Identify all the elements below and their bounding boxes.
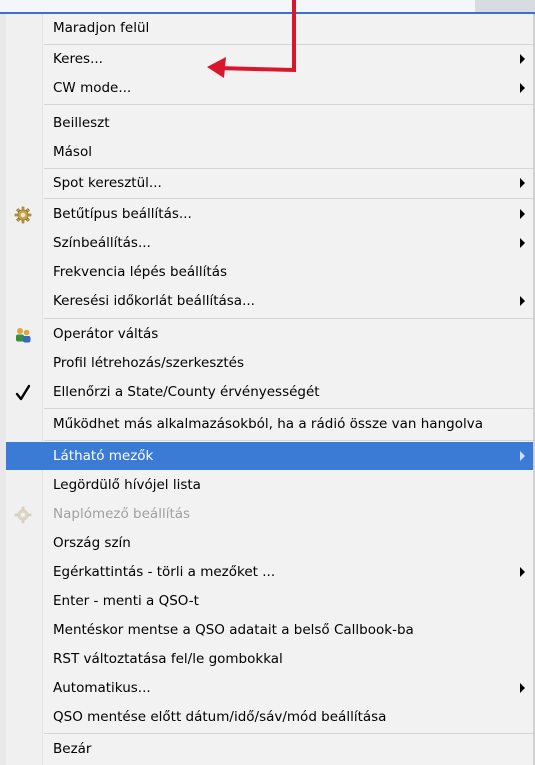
menu-separator — [44, 198, 533, 199]
menu-item-label: Mentéskor mentse a QSO adatait a belső C… — [53, 622, 414, 638]
menu-item-label: Automatikus... — [53, 680, 151, 696]
menu-item-label: Színbeállítás... — [53, 235, 151, 251]
menu-item-beilleszt[interactable]: Beilleszt — [6, 109, 533, 138]
menu-item-label: Profil létrehozás/szerkesztés — [53, 355, 244, 371]
gear-icon — [14, 506, 32, 524]
submenu-arrow-icon — [520, 238, 525, 248]
menu-item-label: Keresési időkorlát beállítása... — [53, 293, 255, 309]
submenu-arrow-icon — [520, 683, 525, 693]
menu-item-szinbeallitas[interactable]: Színbeállítás... — [6, 229, 533, 258]
menu-item-cw-mode[interactable]: CW mode... — [6, 74, 533, 103]
menu-item-masol[interactable]: Másol — [6, 138, 533, 167]
menu-item-label: Maradjon felül — [53, 20, 150, 36]
menu-item-label: Legördülő hívójel lista — [53, 477, 201, 493]
menu-item-label: Ellenőrzi a State/County érvényességét — [53, 384, 320, 400]
menu-item-keresesi-idokorlat[interactable]: Keresési időkorlát beállítása... — [6, 287, 533, 316]
context-menu: Maradjon felül Keres... CW mode... Beill… — [6, 14, 533, 765]
menu-item-label: Keres... — [53, 51, 103, 67]
submenu-arrow-icon — [520, 83, 525, 93]
menu-item-label: Enter - menti a QSO-t — [53, 593, 199, 609]
menu-item-label: Naplómező beállítás — [53, 506, 191, 522]
menu-item-profil[interactable]: Profil létrehozás/szerkesztés — [6, 349, 533, 378]
menu-separator — [44, 440, 533, 441]
menu-item-qso-mentese-elott[interactable]: QSO mentése előtt dátum/idő/sáv/mód beál… — [6, 703, 533, 732]
menu-item-ellenorzi-state-county[interactable]: Ellenőrzi a State/County érvényességét — [6, 378, 533, 407]
menu-item-label: Operátor váltás — [53, 326, 159, 342]
menu-item-label: Egérkattintás - törli a mezőket ... — [53, 564, 276, 580]
window-top-edge — [0, 0, 535, 14]
menu-item-bezar[interactable]: Bezár — [6, 735, 533, 764]
menu-separator — [44, 104, 533, 105]
menu-item-automatikus[interactable]: Automatikus... — [6, 674, 533, 703]
menu-item-label: Betűtípus beállítás... — [53, 206, 192, 222]
menu-item-legordulo-hivojel[interactable]: Legördülő hívójel lista — [6, 471, 533, 500]
menu-item-rst-valtoztatasa[interactable]: RST változtatása fel/le gombokkal — [6, 645, 533, 674]
menu-item-menteskor-callbook[interactable]: Mentéskor mentse a QSO adatait a belső C… — [6, 616, 533, 645]
menu-separator — [44, 318, 533, 319]
menu-item-label: Beilleszt — [53, 115, 110, 131]
menu-item-enter-menti[interactable]: Enter - menti a QSO-t — [6, 587, 533, 616]
submenu-arrow-icon — [520, 209, 525, 219]
menu-item-label: CW mode... — [53, 80, 132, 96]
menu-separator — [44, 408, 533, 409]
menu-item-keres[interactable]: Keres... — [6, 45, 533, 74]
menu-item-label: RST változtatása fel/le gombokkal — [53, 651, 283, 667]
menu-item-label: Látható mezők — [53, 448, 154, 464]
menu-item-betutipus-beallitas[interactable]: Betűtípus beállítás... — [6, 200, 533, 229]
menu-item-label: Frekvencia lépés beállítás — [53, 264, 228, 280]
menu-item-spot-keresztul[interactable]: Spot keresztül... — [6, 169, 533, 198]
submenu-arrow-icon — [520, 451, 525, 461]
menu-item-label: Spot keresztül... — [53, 175, 162, 191]
menu-separator — [44, 733, 533, 734]
window-top-edge-shade — [475, 0, 535, 12]
submenu-arrow-icon — [520, 567, 525, 577]
menu-item-lathato-mezok[interactable]: Látható mezők — [6, 442, 533, 470]
menu-item-label: Másol — [53, 144, 92, 160]
submenu-arrow-icon — [520, 54, 525, 64]
menu-item-maradjon-felul[interactable]: Maradjon felül — [6, 14, 533, 43]
submenu-arrow-icon — [520, 178, 525, 188]
menu-item-mukodhet[interactable]: Működhet más alkalmazásokból, ha a rádió… — [6, 410, 533, 439]
menu-item-label: Bezár — [53, 741, 92, 757]
gear-icon — [14, 206, 32, 224]
menu-item-naplomezo-beallitas: Naplómező beállítás — [6, 500, 533, 529]
menu-item-label: QSO mentése előtt dátum/idő/sáv/mód beál… — [53, 709, 387, 725]
users-icon — [14, 326, 32, 344]
menu-item-label: Működhet más alkalmazásokból, ha a rádió… — [53, 416, 483, 432]
menu-item-label: Ország szín — [53, 535, 131, 551]
menu-item-egerkattintas[interactable]: Egérkattintás - törli a mezőket ... — [6, 558, 533, 587]
checkmark-icon — [14, 384, 32, 402]
menu-item-operator-valtas[interactable]: Operátor váltás — [6, 320, 533, 349]
menu-item-frekvencia-lepes[interactable]: Frekvencia lépés beállítás — [6, 258, 533, 287]
submenu-arrow-icon — [520, 296, 525, 306]
menu-item-orszag-szin[interactable]: Ország szín — [6, 529, 533, 558]
